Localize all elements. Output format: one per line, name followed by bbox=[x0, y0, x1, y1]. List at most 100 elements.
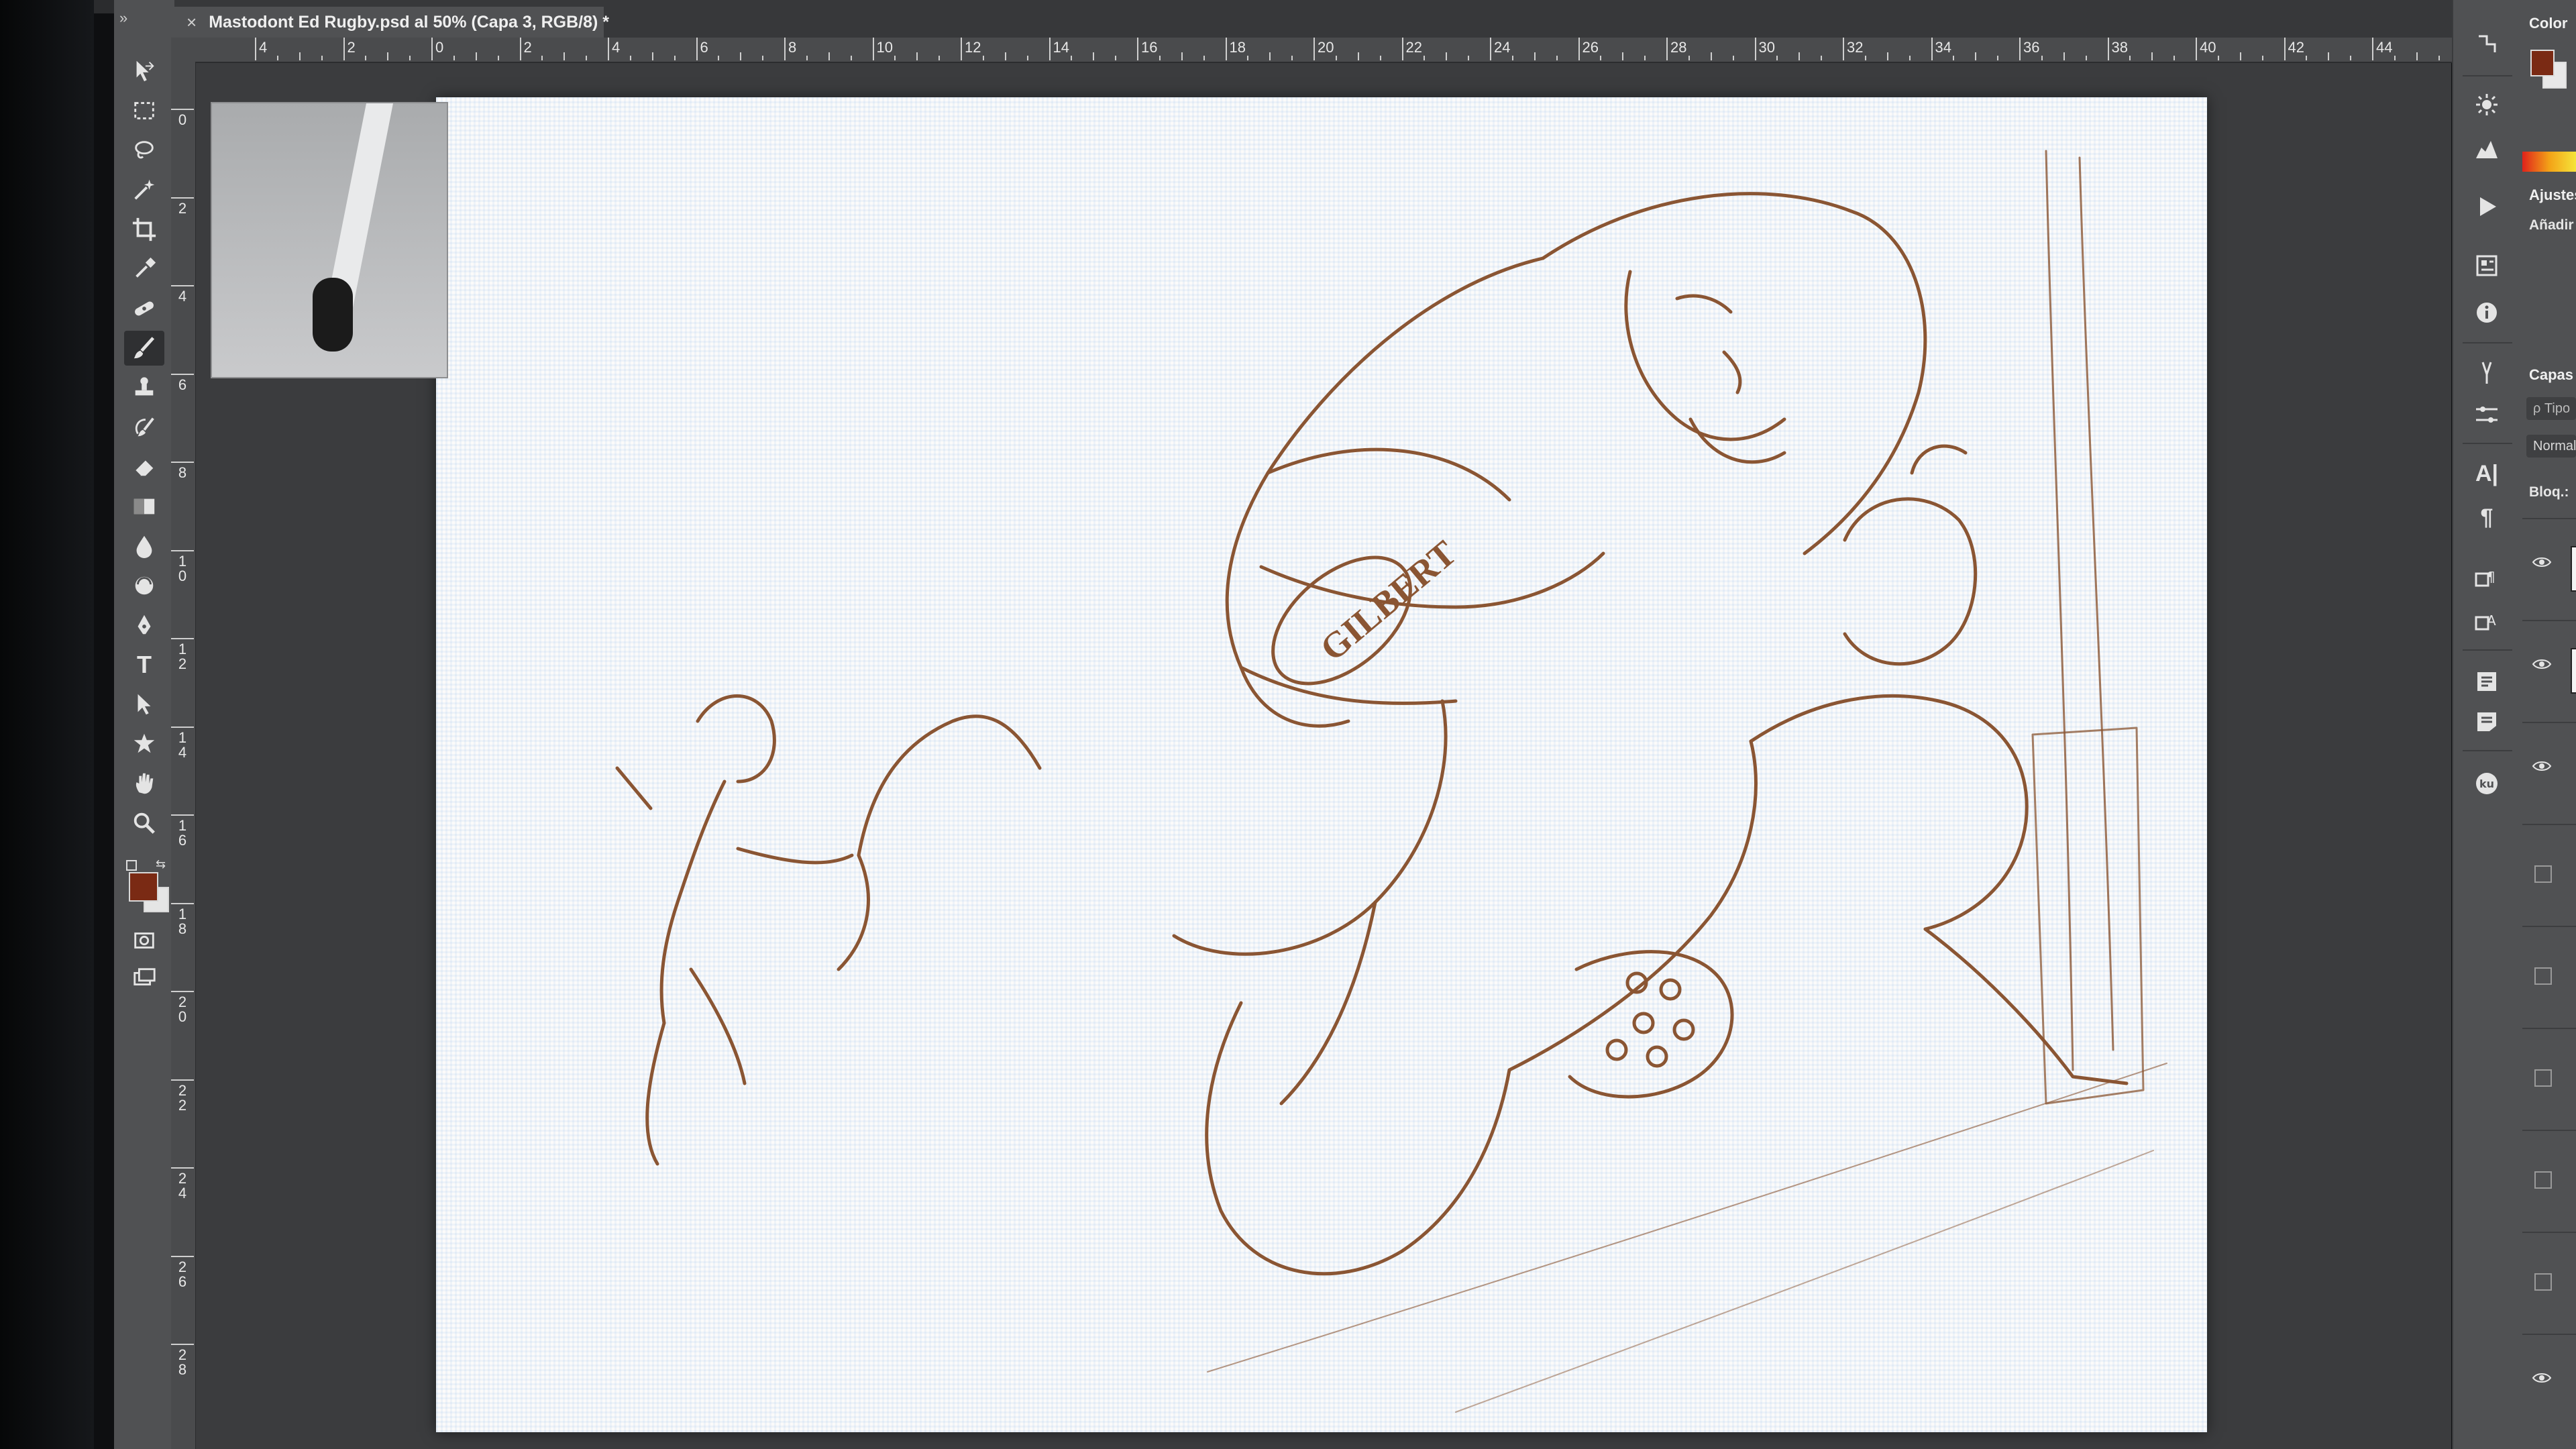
history-brush-tool[interactable] bbox=[124, 410, 164, 445]
color-panel-title[interactable]: Color bbox=[2529, 15, 2567, 32]
svg-text:A: A bbox=[2487, 612, 2496, 629]
color-spectrum[interactable] bbox=[2522, 152, 2576, 172]
dodge-tool[interactable] bbox=[124, 568, 164, 603]
layer-row[interactable] bbox=[2522, 1028, 2576, 1130]
eraser-tool[interactable] bbox=[124, 449, 164, 484]
type-tool[interactable]: T bbox=[124, 647, 164, 682]
eye-icon[interactable] bbox=[2532, 759, 2552, 773]
pen-icon bbox=[138, 614, 151, 635]
pen-tool[interactable] bbox=[124, 608, 164, 643]
ruler-v-label: 4 bbox=[178, 288, 187, 305]
document-canvas[interactable]: GILBERT bbox=[436, 97, 2207, 1432]
foreground-color-swatch[interactable] bbox=[129, 872, 158, 902]
layer-row[interactable] bbox=[2522, 1130, 2576, 1232]
magic-wand-tool[interactable] bbox=[124, 172, 164, 207]
collapse-panel-icon[interactable]: » bbox=[119, 9, 127, 27]
gradient-icon bbox=[133, 498, 155, 515]
blur-tool[interactable] bbox=[124, 529, 164, 564]
ruler-h-label: 4 bbox=[259, 39, 268, 56]
eyedropper-tool[interactable] bbox=[124, 252, 164, 286]
brush-settings-button[interactable] bbox=[2467, 397, 2507, 432]
layer-row[interactable] bbox=[2522, 926, 2576, 1028]
brush-tool[interactable] bbox=[124, 331, 164, 366]
character-styles-button[interactable]: A bbox=[2467, 604, 2507, 639]
crop-icon bbox=[132, 217, 156, 241]
clone-stamp-tool[interactable] bbox=[124, 370, 164, 405]
layer-row[interactable] bbox=[2522, 1334, 2576, 1436]
zoom-tool[interactable] bbox=[124, 806, 164, 841]
ruler-v-label: 2 6 bbox=[178, 1258, 187, 1290]
sun-icon bbox=[2476, 94, 2498, 115]
brush-tip-icon bbox=[313, 103, 393, 352]
eye-icon[interactable] bbox=[2532, 555, 2552, 569]
document-tab[interactable]: × Mastodont Ed Rugby.psd al 50% (Capa 3,… bbox=[174, 7, 609, 38]
eye-icon[interactable] bbox=[2532, 1371, 2552, 1385]
screen-mode-button[interactable] bbox=[124, 961, 164, 996]
info-panel-button[interactable] bbox=[2467, 295, 2507, 330]
magic-wand-icon bbox=[134, 179, 155, 200]
histogram-panel-button[interactable] bbox=[2467, 131, 2507, 166]
default-colors-icon[interactable] bbox=[126, 860, 137, 871]
history-panel-button[interactable] bbox=[2467, 27, 2507, 62]
layers-panel-title[interactable]: Capas bbox=[2529, 366, 2573, 384]
panel-foreground-color[interactable] bbox=[2530, 50, 2555, 76]
blend-mode-select[interactable]: Normal bbox=[2526, 435, 2576, 458]
properties-panel-button[interactable] bbox=[2467, 248, 2507, 283]
character-panel-button[interactable]: A| bbox=[2467, 456, 2507, 491]
healing-brush-tool[interactable] bbox=[124, 291, 164, 326]
ruler-h-label: 24 bbox=[1494, 39, 1511, 56]
visibility-toggle[interactable] bbox=[2534, 1273, 2552, 1291]
close-tab-icon[interactable]: × bbox=[186, 12, 197, 33]
ruler-h-label: 40 bbox=[2200, 39, 2216, 56]
ruler-h-label: 22 bbox=[1405, 39, 1422, 56]
ruler-h-label: 44 bbox=[2376, 39, 2393, 56]
path-selection-tool[interactable] bbox=[124, 687, 164, 722]
ruler-v-label: 1 0 bbox=[178, 552, 187, 584]
move-tool[interactable] bbox=[124, 54, 164, 89]
layer-row[interactable] bbox=[2522, 1232, 2576, 1334]
visibility-toggle[interactable] bbox=[2534, 1171, 2552, 1189]
marquee-icon bbox=[134, 102, 154, 119]
ruler-v-label: 1 6 bbox=[178, 817, 187, 849]
kuler-panel-button[interactable]: ku bbox=[2467, 766, 2507, 801]
lock-label: Bloq.: bbox=[2529, 484, 2569, 500]
gradient-tool[interactable] bbox=[124, 489, 164, 524]
visibility-toggle[interactable] bbox=[2534, 967, 2552, 985]
marquee-tool[interactable] bbox=[124, 93, 164, 128]
notes-panel-button[interactable] bbox=[2467, 704, 2507, 739]
svg-text:¶: ¶ bbox=[2487, 569, 2496, 585]
ruler-h-label: 26 bbox=[1582, 39, 1599, 56]
dodge-icon bbox=[135, 576, 154, 595]
adjustments-panel-title[interactable]: Ajustes bbox=[2529, 186, 2576, 204]
layer-thumbnail bbox=[2571, 546, 2576, 592]
layer-row[interactable] bbox=[2522, 518, 2576, 620]
quick-mask-button[interactable] bbox=[124, 923, 164, 958]
hand-tool[interactable] bbox=[124, 766, 164, 801]
crop-tool[interactable] bbox=[124, 212, 164, 247]
eraser-icon bbox=[135, 460, 154, 476]
paragraph-panel-button[interactable]: ¶ bbox=[2467, 500, 2507, 535]
histogram-icon bbox=[2476, 141, 2498, 158]
visibility-toggle[interactable] bbox=[2534, 865, 2552, 883]
brush-icon bbox=[133, 337, 155, 359]
vertical-ruler[interactable]: 0 2 4 6 8 1 0 1 2 1 4 1 6 1 8 2 0 2 2 2 4 2 6 2 8 bbox=[171, 62, 197, 1449]
layer-row[interactable] bbox=[2522, 824, 2576, 926]
eye-icon[interactable] bbox=[2532, 657, 2552, 671]
actions-panel-button[interactable] bbox=[2467, 189, 2507, 224]
ruler-h-label: 0 bbox=[435, 39, 444, 56]
layers-filter-input[interactable]: ρ Tipo bbox=[2526, 397, 2576, 420]
visibility-toggle[interactable] bbox=[2534, 1069, 2552, 1087]
layer-row[interactable] bbox=[2522, 722, 2576, 824]
swap-colors-icon[interactable]: ⇆ bbox=[156, 857, 166, 871]
paragraph-styles-button[interactable]: ¶ bbox=[2467, 560, 2507, 595]
layer-row[interactable] bbox=[2522, 620, 2576, 722]
adjustments-panel-button[interactable] bbox=[2467, 87, 2507, 122]
lasso-tool[interactable] bbox=[124, 133, 164, 168]
custom-shape-tool[interactable] bbox=[124, 727, 164, 761]
ruler-origin[interactable] bbox=[171, 38, 195, 62]
horizontal-ruler[interactable]: 4 2 0 2 4 6 8 10 12 14 16 18 20 22 24 26 28 30 32 34 36 38 40 4… bbox=[195, 38, 2452, 63]
libraries-panel-button[interactable] bbox=[2467, 664, 2507, 699]
ruler-h-label: 8 bbox=[788, 39, 797, 56]
ruler-h-label: 30 bbox=[1758, 39, 1775, 56]
brush-presets-button[interactable] bbox=[2467, 356, 2507, 390]
